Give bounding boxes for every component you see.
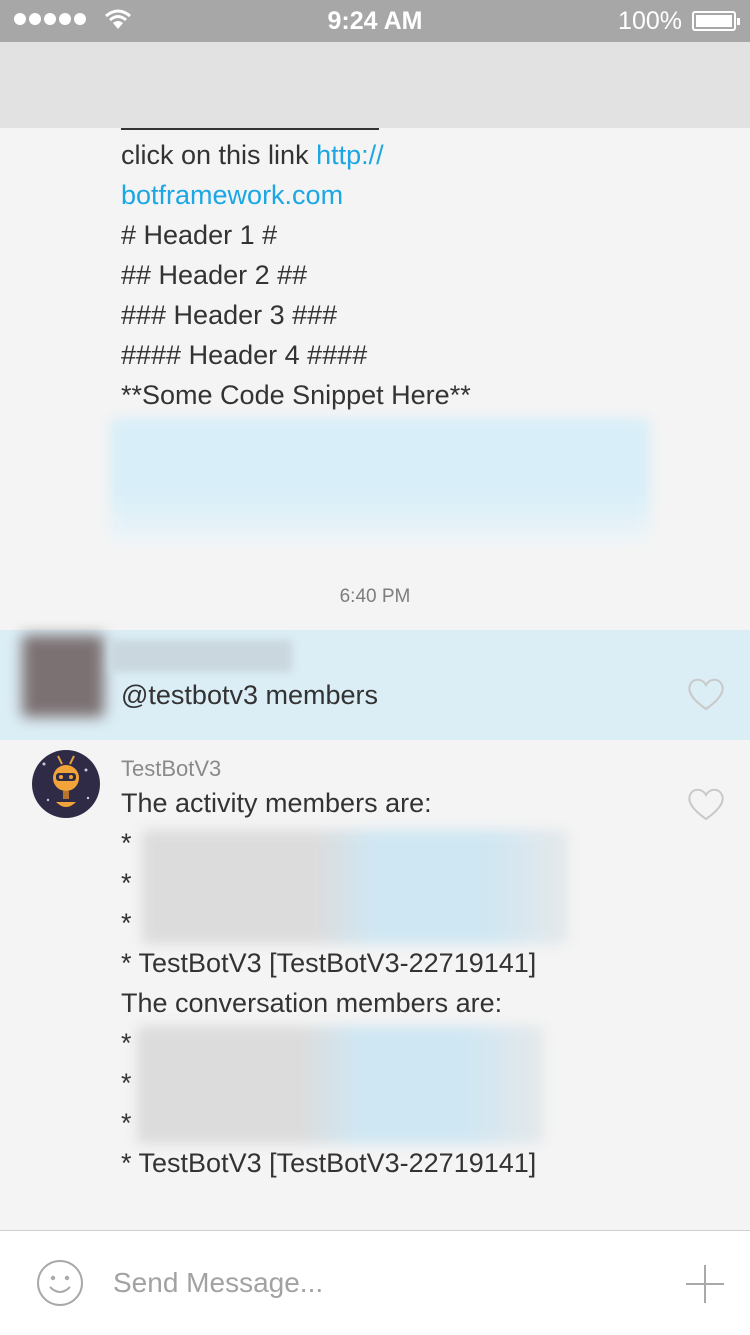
conversation-member-bullet: *	[121, 1108, 132, 1138]
bot-avatar	[32, 750, 100, 818]
activity-members-header: The activity members are:	[121, 788, 432, 818]
redacted-conversation-members	[137, 1026, 543, 1144]
battery-percent: 100%	[618, 7, 682, 35]
plus-icon[interactable]	[684, 1263, 726, 1305]
heart-icon[interactable]	[686, 786, 726, 822]
redacted-sender-name	[110, 640, 292, 672]
message-timestamp: 6:40 PM	[339, 586, 411, 607]
code-snippet-line: **Some Code Snippet Here**	[121, 380, 471, 410]
redacted-code-block	[110, 418, 650, 543]
user-message-row[interactable]: @testbotv3 members	[0, 630, 750, 740]
link-botframework[interactable]: botframework.com	[121, 180, 343, 211]
robot-icon	[42, 755, 90, 807]
user-message-text: @testbotv3 members	[121, 680, 379, 710]
smiley-icon[interactable]	[36, 1259, 84, 1307]
conversation-members-header: The conversation members are:	[121, 988, 503, 1018]
conversation-bot-member: * TestBotV3 [TestBotV3-22719141]	[121, 1148, 537, 1178]
avatar	[22, 635, 104, 717]
conversation-member-bullet: *	[121, 1068, 132, 1098]
status-bar: 9:24 AM 100%	[0, 0, 750, 42]
navigation-bar	[0, 42, 750, 128]
header-4-line: #### Header 4 ####	[121, 340, 368, 370]
header-2-line: ## Header 2 ##	[121, 260, 308, 290]
link-http[interactable]: http://	[316, 140, 384, 170]
message-input[interactable]: Send Message...	[113, 1267, 323, 1299]
chat-transcript[interactable]: click on this link http:// botframework.…	[0, 128, 750, 1230]
redacted-activity-members	[142, 830, 568, 944]
header-3-line: ### Header 3 ###	[121, 300, 338, 330]
conversation-member-bullet: *	[121, 1028, 132, 1058]
activity-member-bullet: *	[121, 908, 132, 938]
heart-icon[interactable]	[686, 676, 726, 712]
activity-bot-member: * TestBotV3 [TestBotV3-22719141]	[121, 948, 537, 978]
battery-icon	[692, 11, 740, 31]
header-1-line: # Header 1 #	[121, 220, 278, 250]
message-composer: Send Message...	[0, 1230, 750, 1335]
message-line: click on this link http://	[121, 140, 384, 170]
horizontal-rule	[121, 128, 379, 130]
bot-sender-name: TestBotV3	[121, 756, 222, 781]
activity-member-bullet: *	[121, 868, 132, 898]
activity-member-bullet: *	[121, 828, 132, 858]
